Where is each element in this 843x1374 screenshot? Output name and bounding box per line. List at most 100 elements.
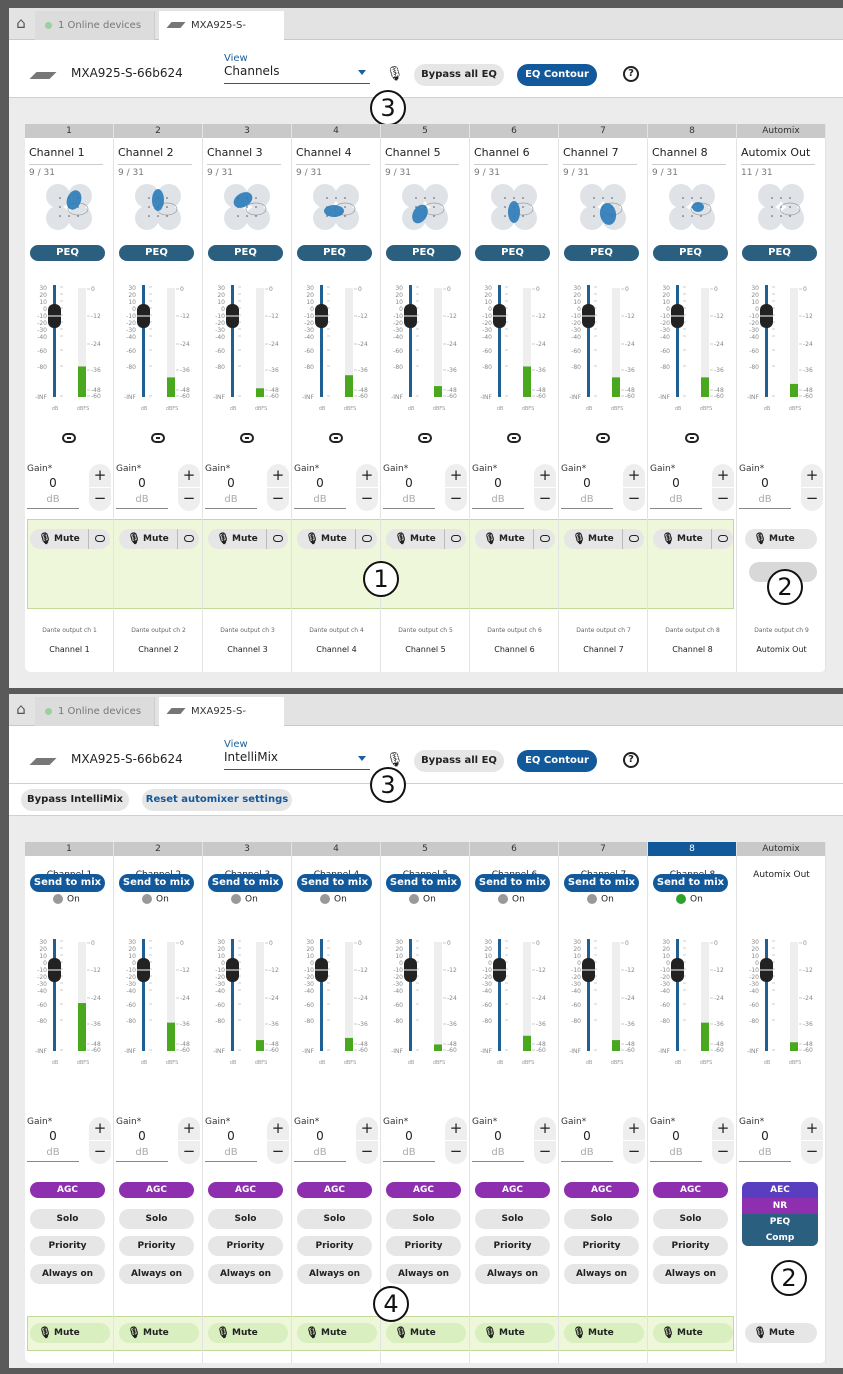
solo-button[interactable]: Solo <box>119 1209 194 1229</box>
gain-increase-button[interactable]: + <box>534 464 556 487</box>
gain-value-field[interactable]: 0 <box>650 476 702 490</box>
bypass-all-eq-button[interactable]: Bypass all EQ <box>414 64 504 86</box>
link-icon[interactable] <box>685 433 699 443</box>
peq-button[interactable]: PEQ <box>119 245 194 261</box>
gain-decrease-button[interactable]: − <box>534 488 556 511</box>
mute-button[interactable]: 🎙 Mute <box>475 529 555 549</box>
gain-value-field[interactable]: 0 <box>383 1129 435 1143</box>
agc-button[interactable]: AGC <box>30 1182 105 1198</box>
priority-button[interactable]: Priority <box>119 1236 194 1256</box>
gain-decrease-button[interactable]: − <box>356 1141 378 1164</box>
send-to-mix-button[interactable]: Send to mix <box>475 874 550 892</box>
gain-decrease-button[interactable]: − <box>267 1141 289 1164</box>
agc-button[interactable]: AGC <box>119 1182 194 1198</box>
gain-increase-button[interactable]: + <box>89 1117 111 1140</box>
peq-button[interactable]: PEQ <box>742 245 817 261</box>
link-icon[interactable] <box>329 433 343 443</box>
microphone-icon[interactable]: 🎙 <box>386 752 404 768</box>
priority-button[interactable]: Priority <box>208 1236 283 1256</box>
mute-button[interactable]: 🎙 Mute <box>208 1323 288 1343</box>
gain-decrease-button[interactable]: − <box>712 1141 734 1164</box>
bypass-intellimix-button[interactable]: Bypass IntelliMix <box>21 789 129 811</box>
gain-decrease-button[interactable]: − <box>623 1141 645 1164</box>
priority-button[interactable]: Priority <box>386 1236 461 1256</box>
send-to-mix-button[interactable]: Send to mix <box>119 874 194 892</box>
automix-stack-item[interactable]: Comp <box>742 1230 818 1246</box>
solo-button[interactable]: Solo <box>208 1209 283 1229</box>
solo-button[interactable]: Solo <box>386 1209 461 1229</box>
link-icon[interactable] <box>266 529 288 549</box>
mute-button[interactable]: 🎙 Mute <box>30 1323 110 1343</box>
gain-value-field[interactable]: 0 <box>116 1129 168 1143</box>
eq-contour-button[interactable]: EQ Contour <box>517 64 597 86</box>
gain-value-field[interactable]: 0 <box>294 476 346 490</box>
gain-decrease-button[interactable]: − <box>356 488 378 511</box>
solo-button[interactable]: Solo <box>564 1209 639 1229</box>
mute-button[interactable]: 🎙 Mute <box>653 529 733 549</box>
mute-button[interactable]: 🎙 Mute <box>745 1323 817 1343</box>
gain-value-field[interactable]: 0 <box>472 476 524 490</box>
mute-button[interactable]: 🎙 Mute <box>30 529 110 549</box>
home-icon[interactable]: ⌂ <box>13 701 29 717</box>
link-icon[interactable] <box>151 433 165 443</box>
always-on-button[interactable]: Always on <box>475 1264 550 1284</box>
gain-value-field[interactable]: 0 <box>27 476 79 490</box>
automix-stack-item[interactable]: PEQ <box>742 1214 818 1230</box>
gain-value-field[interactable]: 0 <box>739 1129 791 1143</box>
agc-button[interactable]: AGC <box>208 1182 283 1198</box>
send-to-mix-button[interactable]: Send to mix <box>30 874 105 892</box>
gain-decrease-button[interactable]: − <box>445 488 467 511</box>
microphone-icon[interactable]: 🎙 <box>386 66 404 82</box>
gain-decrease-button[interactable]: − <box>801 488 823 511</box>
gain-increase-button[interactable]: + <box>267 464 289 487</box>
peq-button[interactable]: PEQ <box>475 245 550 261</box>
gain-value-field[interactable]: 0 <box>561 476 613 490</box>
gain-value-field[interactable]: 0 <box>650 1129 702 1143</box>
peq-button[interactable]: PEQ <box>297 245 372 261</box>
gain-value-field[interactable]: 0 <box>472 1129 524 1143</box>
mute-button[interactable]: 🎙 Mute <box>564 529 644 549</box>
send-to-mix-button[interactable]: Send to mix <box>208 874 283 892</box>
agc-button[interactable]: AGC <box>653 1182 728 1198</box>
gain-decrease-button[interactable]: − <box>712 488 734 511</box>
always-on-button[interactable]: Always on <box>653 1264 728 1284</box>
gain-decrease-button[interactable]: − <box>178 488 200 511</box>
gain-increase-button[interactable]: + <box>712 464 734 487</box>
gain-value-field[interactable]: 0 <box>116 476 168 490</box>
link-icon[interactable] <box>622 529 644 549</box>
tab-device[interactable]: MXA925-S-66b62✕ <box>159 11 284 61</box>
gain-value-field[interactable]: 0 <box>383 476 435 490</box>
view-select[interactable]: IntelliMix <box>224 750 370 770</box>
always-on-button[interactable]: Always on <box>208 1264 283 1284</box>
gain-value-field[interactable]: 0 <box>205 476 257 490</box>
help-icon[interactable]: ? <box>623 66 639 82</box>
send-to-mix-button[interactable]: Send to mix <box>386 874 461 892</box>
gain-value-field[interactable]: 0 <box>739 476 791 490</box>
link-icon[interactable] <box>596 433 610 443</box>
solo-button[interactable]: Solo <box>297 1209 372 1229</box>
mute-button[interactable]: 🎙 Mute <box>119 529 199 549</box>
gain-increase-button[interactable]: + <box>267 1117 289 1140</box>
gain-value-field[interactable]: 0 <box>205 1129 257 1143</box>
mute-button[interactable]: 🎙 Mute <box>386 1323 466 1343</box>
send-to-mix-button[interactable]: Send to mix <box>653 874 728 892</box>
agc-button[interactable]: AGC <box>475 1182 550 1198</box>
gain-increase-button[interactable]: + <box>623 464 645 487</box>
gain-increase-button[interactable]: + <box>801 464 823 487</box>
mute-button[interactable]: 🎙 Mute <box>386 529 466 549</box>
gain-value-field[interactable]: 0 <box>294 1129 346 1143</box>
home-icon[interactable]: ⌂ <box>13 15 29 31</box>
always-on-button[interactable]: Always on <box>119 1264 194 1284</box>
gain-decrease-button[interactable]: − <box>445 1141 467 1164</box>
gain-decrease-button[interactable]: − <box>89 1141 111 1164</box>
always-on-button[interactable]: Always on <box>386 1264 461 1284</box>
gain-decrease-button[interactable]: − <box>623 488 645 511</box>
link-icon[interactable] <box>177 529 199 549</box>
mute-button[interactable]: 🎙 Mute <box>297 1323 377 1343</box>
reset-automixer-button[interactable]: Reset automixer settings <box>142 789 292 811</box>
always-on-button[interactable]: Always on <box>30 1264 105 1284</box>
tab-device[interactable]: MXA925-S-66b62✕ <box>159 697 284 747</box>
mute-button[interactable]: 🎙 Mute <box>119 1323 199 1343</box>
gain-increase-button[interactable]: + <box>178 1117 200 1140</box>
priority-button[interactable]: Priority <box>30 1236 105 1256</box>
